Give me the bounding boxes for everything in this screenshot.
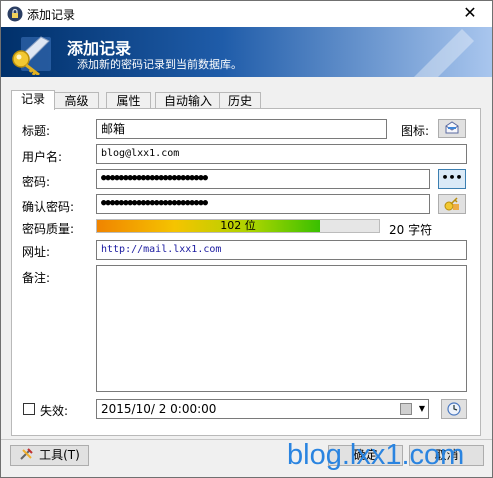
expiry-date-value: 2015/10/ 2 0:00:00 <box>101 402 217 416</box>
expires-label: 失效: <box>40 404 69 418</box>
quality-chars: 20 字符 <box>389 223 433 237</box>
tab-history[interactable]: 历史 <box>219 92 261 109</box>
chevron-down-icon: ▼ <box>418 404 425 413</box>
pencil-watermark-icon <box>414 29 474 77</box>
icon-picker-button[interactable] <box>438 119 466 138</box>
header-banner: 添加记录 添加新的密码记录到当前数据库。 <box>1 27 492 77</box>
title-bar: 添加记录 ✕ <box>1 1 492 27</box>
lock-icon <box>7 6 23 22</box>
url-label: 网址: <box>22 245 51 259</box>
notes-label: 备注: <box>22 271 51 285</box>
password-quality-bar: 102 位 <box>96 219 380 233</box>
key-generator-icon <box>444 197 459 211</box>
tab-advanced[interactable]: 高级 <box>54 92 99 109</box>
quality-bits: 102 位 <box>220 219 256 232</box>
tools-button-label: 工具(T) <box>39 448 80 462</box>
title-label: 标题: <box>22 124 51 138</box>
tab-auto-type[interactable]: 自动输入 <box>155 92 221 109</box>
clock-icon <box>447 402 461 416</box>
add-entry-dialog: 添加记录 ✕ 添加记录 添加新的密码记录到当前数据库。 记录 高级 属性 自动输… <box>0 0 493 478</box>
password-input[interactable]: ●●●●●●●●●●●●●●●●●●●●●●●● <box>96 169 430 189</box>
password-generator-button[interactable] <box>438 194 466 214</box>
expires-checkbox[interactable] <box>23 403 35 415</box>
quality-label: 密码质量: <box>22 222 75 236</box>
tools-button[interactable]: 工具(T) <box>10 445 89 466</box>
watermark-text: blog.lxx1.com <box>287 439 465 471</box>
key-pen-icon <box>12 36 51 75</box>
tools-icon <box>20 448 33 460</box>
icon-label: 图标: <box>401 124 430 138</box>
close-button[interactable]: ✕ <box>460 3 480 22</box>
confirm-password-label: 确认密码: <box>22 200 75 214</box>
expiry-presets-button[interactable] <box>441 399 467 419</box>
confirm-password-input[interactable]: ●●●●●●●●●●●●●●●●●●●●●●●● <box>96 194 430 214</box>
envelope-icon <box>445 121 459 134</box>
notes-textarea[interactable] <box>96 265 467 392</box>
tab-properties[interactable]: 属性 <box>106 92 151 109</box>
url-input[interactable]: http://mail.lxx1.com <box>96 240 467 260</box>
banner-subtitle: 添加新的密码记录到当前数据库。 <box>77 58 242 71</box>
expiry-date-picker[interactable]: 2015/10/ 2 0:00:00 ▼ <box>96 399 429 419</box>
show-password-button[interactable]: ••• <box>438 169 466 189</box>
tab-entry[interactable]: 记录 <box>11 90 55 110</box>
title-input[interactable]: 邮箱 <box>96 119 387 139</box>
username-label: 用户名: <box>22 150 63 164</box>
username-input[interactable]: blog@lxx1.com <box>96 144 467 164</box>
calendar-icon <box>400 403 412 415</box>
window-title: 添加记录 <box>27 8 76 22</box>
password-label: 密码: <box>22 175 51 189</box>
